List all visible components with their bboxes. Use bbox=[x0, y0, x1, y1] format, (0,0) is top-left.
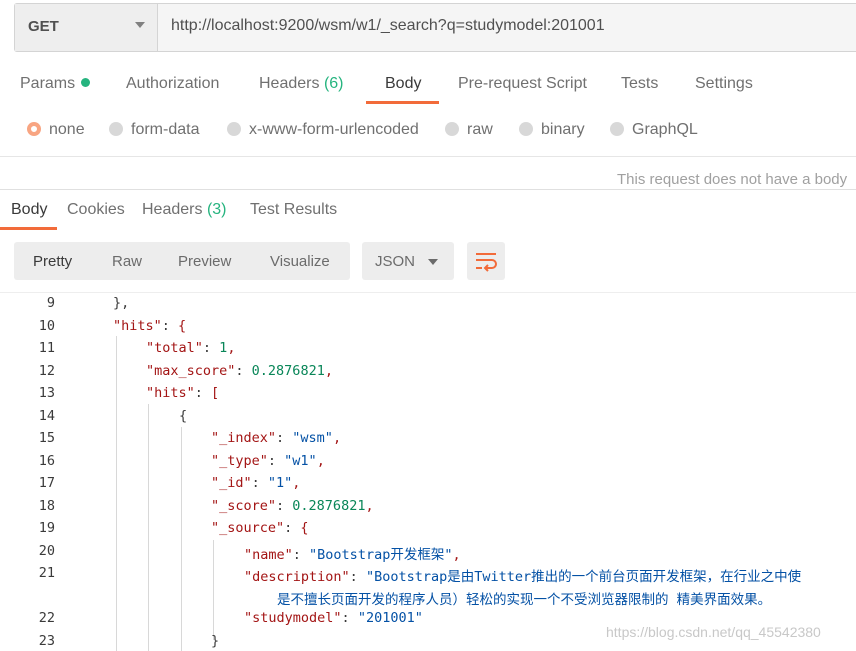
radio-raw[interactable]: raw bbox=[445, 121, 493, 139]
line-number: 21 bbox=[38, 565, 55, 581]
indent-guide bbox=[181, 427, 182, 651]
tab-label: Settings bbox=[695, 75, 753, 92]
line-number: 18 bbox=[38, 498, 55, 514]
params-active-dot bbox=[81, 78, 91, 87]
tab-label: Authorization bbox=[126, 75, 220, 92]
radio-label: none bbox=[49, 121, 85, 138]
active-tab-indicator bbox=[366, 101, 439, 104]
line-number: 15 bbox=[38, 430, 55, 446]
divider bbox=[0, 189, 856, 190]
radio-label: form-data bbox=[131, 121, 200, 138]
chevron-down-icon bbox=[428, 259, 438, 265]
response-tab-headers[interactable]: Headers (3) bbox=[142, 201, 227, 219]
radio-icon bbox=[445, 122, 459, 136]
code-line-wrapped: 是不擅长页面开发的程序人员）轻松的实现一个不受浏览器限制的 精美界面效果。 bbox=[277, 592, 772, 608]
line-number: 22 bbox=[38, 610, 55, 626]
line-number: 14 bbox=[38, 408, 55, 424]
response-code-view[interactable]: 9 10 11 12 13 14 15 16 17 18 19 20 21 22… bbox=[0, 292, 856, 651]
code-line: "_score": 0.2876821, bbox=[211, 498, 374, 514]
code-line: "name": "Bootstrap开发框架", bbox=[244, 547, 461, 563]
tab-pre-request-script[interactable]: Pre-request Script bbox=[458, 75, 587, 93]
radio-x-www-form-urlencoded[interactable]: x-www-form-urlencoded bbox=[227, 121, 419, 139]
tab-label: Test Results bbox=[250, 201, 338, 218]
tab-label: Params bbox=[20, 75, 76, 92]
tab-label: Tests bbox=[621, 75, 659, 92]
view-pretty-button[interactable]: Pretty bbox=[33, 253, 72, 270]
radio-label: raw bbox=[467, 121, 493, 138]
method-select[interactable]: GET bbox=[15, 4, 158, 51]
code-line: "hits": [ bbox=[146, 385, 220, 401]
line-number: 17 bbox=[38, 475, 55, 491]
radio-binary[interactable]: binary bbox=[519, 121, 585, 139]
radio-none[interactable]: none bbox=[27, 121, 85, 139]
headers-count: (6) bbox=[323, 75, 344, 92]
tab-authorization[interactable]: Authorization bbox=[126, 75, 219, 93]
code-line: "studymodel": "201001" bbox=[244, 610, 423, 626]
chevron-down-icon bbox=[135, 22, 145, 28]
line-number: 10 bbox=[38, 318, 55, 334]
code-line: "_type": "w1", bbox=[211, 453, 325, 469]
wrap-lines-icon bbox=[476, 253, 497, 272]
code-line: { bbox=[179, 408, 188, 424]
tab-label: Headers bbox=[142, 201, 203, 218]
no-body-message: This request does not have a body bbox=[617, 171, 848, 188]
tab-label: Pre-request Script bbox=[458, 75, 587, 92]
tab-tests[interactable]: Tests bbox=[621, 75, 658, 93]
radio-icon bbox=[519, 122, 533, 136]
line-number: 16 bbox=[38, 453, 55, 469]
response-tab-test-results[interactable]: Test Results bbox=[250, 201, 337, 219]
line-number: 23 bbox=[38, 633, 55, 649]
radio-form-data[interactable]: form-data bbox=[109, 121, 199, 139]
radio-label: GraphQL bbox=[632, 121, 698, 138]
tab-label: Headers bbox=[259, 75, 320, 92]
code-line: } bbox=[211, 633, 220, 649]
wrap-lines-button[interactable] bbox=[467, 242, 505, 280]
code-line: "_source": { bbox=[211, 520, 309, 536]
format-label: JSON bbox=[375, 253, 416, 270]
radio-selected-icon bbox=[27, 122, 41, 136]
divider bbox=[0, 156, 856, 157]
watermark: https://blog.csdn.net/qq_45542380 bbox=[606, 624, 821, 640]
line-number: 12 bbox=[38, 363, 55, 379]
code-line: "description": "Bootstrap是由Twitter推出的一个前… bbox=[244, 569, 802, 585]
line-number: 13 bbox=[38, 385, 55, 401]
tab-label: Body bbox=[385, 75, 422, 92]
url-input[interactable]: http://localhost:9200/wsm/w1/_search?q=s… bbox=[171, 17, 605, 35]
code-line: }, bbox=[113, 295, 130, 311]
radio-icon bbox=[610, 122, 624, 136]
tab-params[interactable]: Params bbox=[20, 75, 91, 93]
tab-label: Cookies bbox=[67, 201, 125, 218]
indent-guide bbox=[213, 540, 214, 640]
view-preview-button[interactable]: Preview bbox=[178, 253, 231, 270]
line-number: 9 bbox=[46, 295, 55, 311]
radio-icon bbox=[227, 122, 241, 136]
tab-label: Body bbox=[11, 201, 48, 218]
indent-guide bbox=[116, 336, 117, 651]
response-tab-cookies[interactable]: Cookies bbox=[67, 201, 125, 219]
indent-guide bbox=[148, 404, 149, 651]
active-tab-indicator bbox=[0, 227, 57, 230]
tab-headers[interactable]: Headers (6) bbox=[259, 75, 344, 93]
radio-graphql[interactable]: GraphQL bbox=[610, 121, 698, 139]
code-line: "_index": "wsm", bbox=[211, 430, 342, 446]
radio-label: binary bbox=[541, 121, 585, 138]
line-number: 20 bbox=[38, 543, 55, 559]
line-number: 19 bbox=[38, 520, 55, 536]
radio-label: x-www-form-urlencoded bbox=[249, 121, 419, 138]
code-line: "total": 1, bbox=[146, 340, 236, 356]
code-line: "_id": "1", bbox=[211, 475, 301, 491]
view-raw-button[interactable]: Raw bbox=[112, 253, 142, 270]
code-line: "max_score": 0.2876821, bbox=[146, 363, 333, 379]
method-label: GET bbox=[28, 18, 59, 35]
tab-body[interactable]: Body bbox=[385, 75, 421, 93]
line-number: 11 bbox=[38, 340, 55, 356]
code-line: "hits": { bbox=[113, 318, 187, 334]
headers-count: (3) bbox=[206, 201, 227, 218]
request-bar: GET http://localhost:9200/wsm/w1/_search… bbox=[14, 3, 856, 52]
radio-icon bbox=[109, 122, 123, 136]
response-tab-body[interactable]: Body bbox=[11, 201, 47, 219]
view-visualize-button[interactable]: Visualize bbox=[270, 253, 330, 270]
tab-settings[interactable]: Settings bbox=[695, 75, 753, 93]
